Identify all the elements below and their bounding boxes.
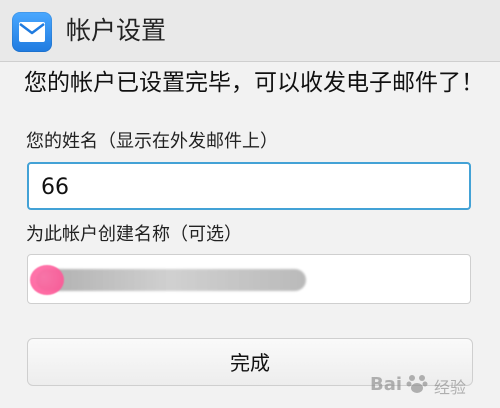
- setup-complete-message: 您的帐户已设置完毕，可以收发电子邮件了！: [24, 70, 484, 96]
- account-name-label: 为此帐户创建名称（可选）: [26, 224, 242, 245]
- redaction-mark: [30, 265, 64, 295]
- account-setup-screen: 帐户设置 您的帐户已设置完毕，可以收发电子邮件了！ 您的姓名（显示在外发邮件上）…: [0, 0, 500, 408]
- app-header: 帐户设置: [0, 0, 500, 62]
- watermark-suffix: 经验: [434, 378, 467, 397]
- name-label: 您的姓名（显示在外发邮件上）: [26, 131, 278, 152]
- account-name-input[interactable]: [27, 254, 471, 304]
- paw-icon: [406, 375, 428, 393]
- name-input-value: 66: [41, 175, 69, 200]
- baidu-watermark: Bai 经验: [370, 370, 490, 400]
- watermark-brand: Bai: [370, 374, 403, 395]
- name-input[interactable]: 66: [27, 162, 471, 210]
- redaction-blur: [36, 269, 306, 291]
- page-title: 帐户设置: [66, 16, 167, 45]
- mail-icon: [12, 12, 52, 52]
